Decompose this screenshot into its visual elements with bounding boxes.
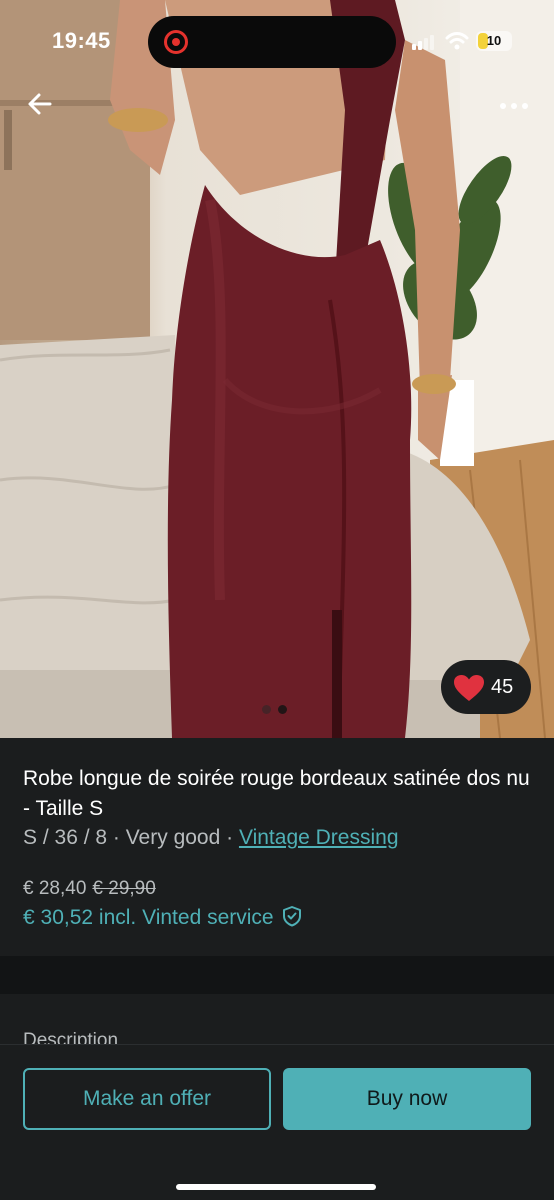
arrow-left-icon[interactable] [22, 86, 58, 122]
total-price: € 30,52 incl. Vinted service [23, 906, 274, 929]
seller-link[interactable]: Vintage Dressing [239, 826, 399, 849]
item-detail-screen: 19:45 10 45 Robe longue de soirée rouge … [0, 0, 554, 1200]
screen-record-icon [164, 30, 188, 54]
heart-icon [454, 675, 484, 701]
bracelet-right [412, 374, 456, 394]
shield-check-icon [283, 906, 302, 927]
item-meta: S / 36 / 8 · Very good · Vintage Dressin… [23, 826, 399, 850]
size-condition-text: S / 36 / 8 · Very good · [23, 826, 239, 849]
battery-icon: 10 [476, 31, 512, 51]
pagination-dot-1[interactable] [262, 705, 271, 714]
price-row: € 28,40 € 29,90 [23, 878, 156, 900]
item-price: € 28,40 [23, 878, 87, 899]
cellular-signal-icon [412, 35, 434, 50]
battery-level: 10 [486, 33, 502, 48]
buy-now-button[interactable]: Buy now [283, 1068, 531, 1130]
pagination-dot-2[interactable] [278, 705, 287, 714]
make-offer-button[interactable]: Make an offer [23, 1068, 271, 1130]
status-bar: 19:45 10 [0, 0, 554, 84]
product-photo[interactable] [0, 0, 554, 738]
item-title: Robe longue de soirée rouge bordeaux sat… [23, 767, 530, 820]
favorite-button[interactable]: 45 [441, 660, 531, 714]
wifi-icon [445, 32, 469, 50]
total-price-link[interactable]: € 30,52 incl. Vinted service [23, 905, 303, 930]
item-info: Robe longue de soirée rouge bordeaux sat… [0, 738, 554, 956]
dress [167, 185, 412, 738]
original-price: € 29,90 [92, 878, 156, 899]
favorite-count: 45 [491, 676, 514, 698]
action-bar: Make an offer Buy now [0, 1044, 554, 1200]
product-photo-illustration [0, 0, 554, 738]
photo-pagination [262, 705, 292, 715]
bed [0, 335, 175, 700]
status-time: 19:45 [52, 28, 111, 53]
section-divider [0, 956, 554, 994]
home-indicator[interactable] [176, 1184, 376, 1190]
more-horizontal-icon[interactable] [496, 92, 532, 120]
bracelet-left [108, 108, 168, 132]
